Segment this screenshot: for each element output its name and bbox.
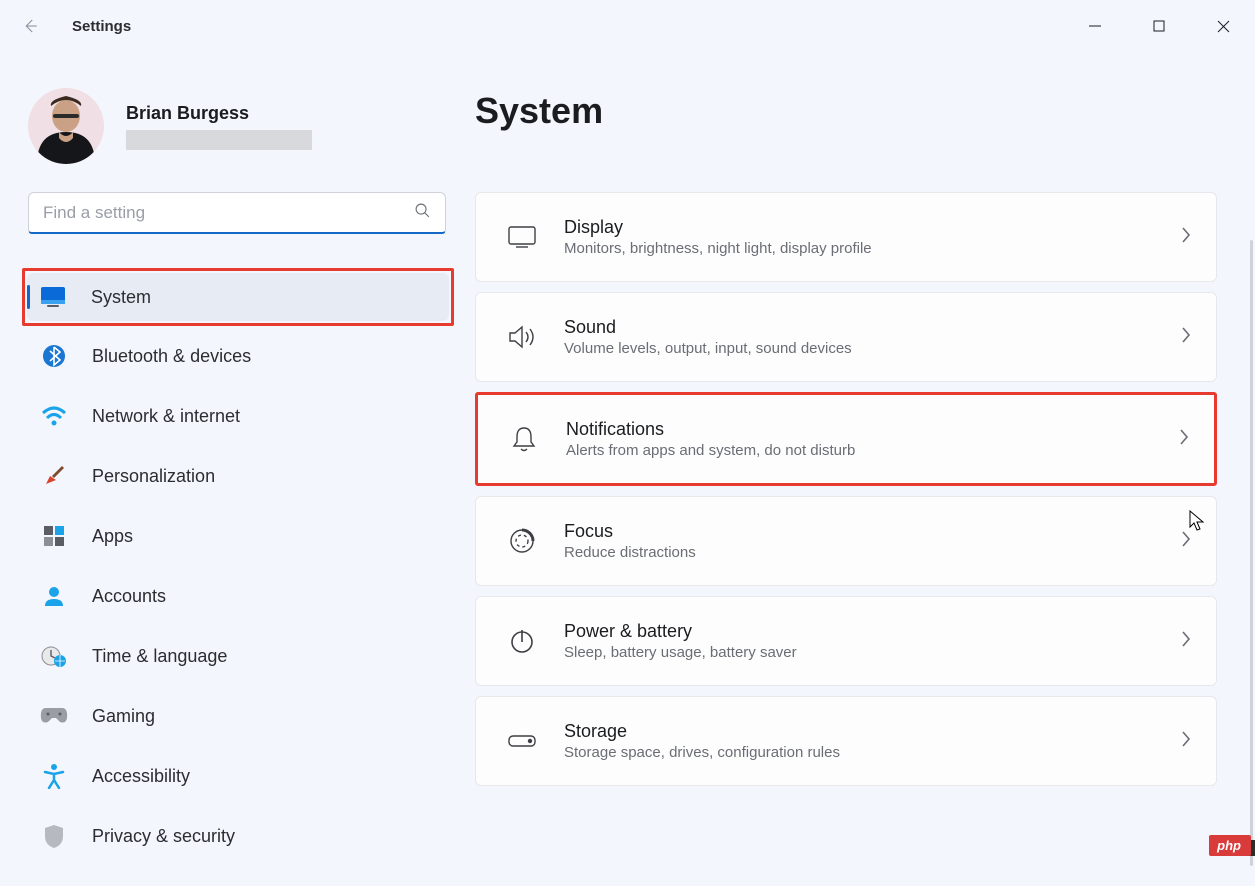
card-title: Display [564, 217, 1180, 238]
card-power-battery[interactable]: Power & battery Sleep, battery usage, ba… [475, 596, 1217, 686]
chevron-right-icon [1180, 226, 1192, 249]
sidebar-item-label: Accessibility [92, 766, 190, 787]
maximize-button[interactable] [1127, 2, 1191, 50]
sound-icon [500, 324, 544, 350]
settings-card-list: Display Monitors, brightness, night ligh… [475, 192, 1229, 786]
sidebar: Brian Burgess System [0, 52, 475, 886]
card-subtitle: Alerts from apps and system, do not dist… [566, 442, 1178, 459]
back-button[interactable] [14, 10, 46, 42]
sidebar-item-label: Privacy & security [92, 826, 235, 847]
card-focus[interactable]: Focus Reduce distractions [475, 496, 1217, 586]
card-subtitle: Reduce distractions [564, 544, 1180, 561]
card-notifications[interactable]: Notifications Alerts from apps and syste… [475, 392, 1217, 486]
sidebar-item-label: Apps [92, 526, 133, 547]
titlebar: Settings [0, 0, 1255, 52]
sidebar-item-gaming[interactable]: Gaming [28, 692, 450, 740]
scrollbar[interactable] [1250, 240, 1253, 866]
sidebar-item-network[interactable]: Network & internet [28, 392, 450, 440]
chevron-right-icon [1180, 730, 1192, 753]
main-content: System Display Monitors, brightness, nig… [475, 52, 1255, 886]
wifi-icon [40, 402, 68, 430]
card-title: Sound [564, 317, 1180, 338]
minimize-button[interactable] [1063, 2, 1127, 50]
page-title: System [475, 90, 1229, 132]
close-button[interactable] [1191, 2, 1255, 50]
settings-window: Settings [0, 0, 1255, 886]
sidebar-item-accounts[interactable]: Accounts [28, 572, 450, 620]
sidebar-item-privacy[interactable]: Privacy & security [28, 812, 450, 860]
sidebar-item-apps[interactable]: Apps [28, 512, 450, 560]
shield-icon [40, 822, 68, 850]
card-title: Storage [564, 721, 1180, 742]
focus-icon [500, 527, 544, 555]
card-display[interactable]: Display Monitors, brightness, night ligh… [475, 192, 1217, 282]
system-icon [39, 283, 67, 311]
profile-name: Brian Burgess [126, 103, 312, 124]
chevron-right-icon [1180, 326, 1192, 349]
sidebar-item-label: Bluetooth & devices [92, 346, 251, 367]
clock-globe-icon [40, 642, 68, 670]
sidebar-item-label: Time & language [92, 646, 227, 667]
sidebar-item-system[interactable]: System [27, 273, 449, 321]
sidebar-item-personalization[interactable]: Personalization [28, 452, 450, 500]
card-title: Focus [564, 521, 1180, 542]
card-subtitle: Sleep, battery usage, battery saver [564, 644, 1180, 661]
sidebar-item-bluetooth[interactable]: Bluetooth & devices [28, 332, 450, 380]
card-storage[interactable]: Storage Storage space, drives, configura… [475, 696, 1217, 786]
chevron-right-icon [1180, 630, 1192, 653]
sidebar-item-accessibility[interactable]: Accessibility [28, 752, 450, 800]
minimize-icon [1089, 20, 1101, 32]
card-title: Notifications [566, 419, 1178, 440]
search-box[interactable] [28, 192, 446, 234]
avatar [28, 88, 104, 164]
gamepad-icon [40, 702, 68, 730]
sidebar-item-label: Network & internet [92, 406, 240, 427]
accessibility-icon [40, 762, 68, 790]
back-arrow-icon [21, 17, 39, 35]
window-controls [1063, 2, 1255, 50]
person-icon [40, 582, 68, 610]
bluetooth-icon [40, 342, 68, 370]
app-title: Settings [72, 18, 131, 35]
power-icon [500, 627, 544, 655]
bell-icon [502, 425, 546, 453]
search-input[interactable] [43, 203, 414, 223]
card-subtitle: Storage space, drives, configuration rul… [564, 744, 1180, 761]
close-icon [1217, 20, 1230, 33]
paintbrush-icon [40, 462, 68, 490]
card-subtitle: Volume levels, output, input, sound devi… [564, 340, 1180, 357]
apps-icon [40, 522, 68, 550]
card-title: Power & battery [564, 621, 1180, 642]
card-subtitle: Monitors, brightness, night light, displ… [564, 240, 1180, 257]
display-icon [500, 225, 544, 249]
sidebar-item-label: System [91, 287, 151, 308]
storage-icon [500, 732, 544, 750]
annotation-highlight-system: System [22, 268, 454, 326]
sidebar-item-label: Gaming [92, 706, 155, 727]
profile-block[interactable]: Brian Burgess [28, 88, 475, 164]
search-icon [414, 202, 431, 224]
watermark-badge: php [1209, 835, 1251, 856]
maximize-icon [1153, 20, 1165, 32]
chevron-right-icon [1180, 530, 1192, 553]
sidebar-item-label: Accounts [92, 586, 166, 607]
sidebar-item-label: Personalization [92, 466, 215, 487]
nav-list: System Bluetooth & devices Network & int… [28, 268, 475, 872]
card-sound[interactable]: Sound Volume levels, output, input, soun… [475, 292, 1217, 382]
chevron-right-icon [1178, 428, 1190, 451]
profile-email-redacted [126, 130, 312, 150]
sidebar-item-time-language[interactable]: Time & language [28, 632, 450, 680]
